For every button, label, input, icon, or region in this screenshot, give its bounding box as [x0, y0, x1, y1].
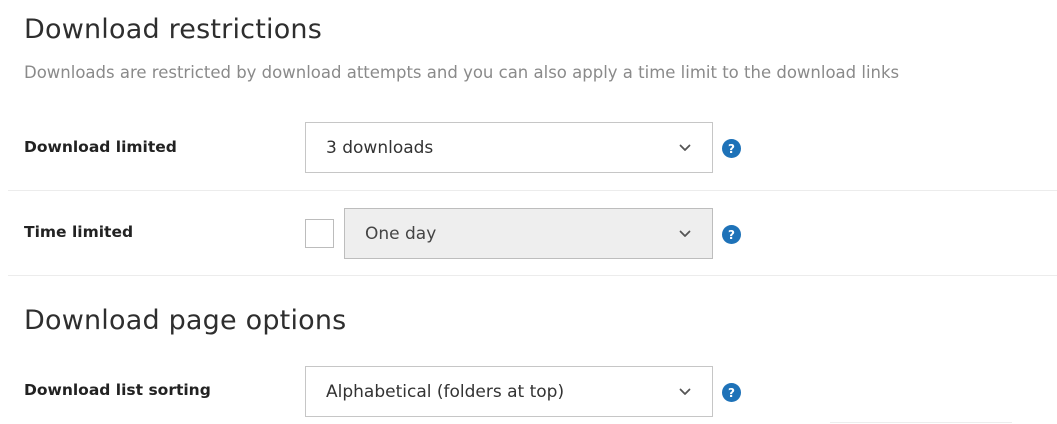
time-limited-checkbox[interactable]: [305, 219, 334, 248]
chevron-down-icon: [679, 230, 691, 237]
download-list-sorting-help-icon[interactable]: ?: [722, 383, 741, 402]
partial-divider: [830, 422, 1012, 423]
download-limited-select-value: 3 downloads: [326, 137, 434, 158]
section-title-download-restrictions: Download restrictions: [24, 14, 322, 45]
row-divider: [8, 275, 1057, 276]
section-title-download-page-options: Download page options: [24, 305, 347, 336]
time-limited-label: Time limited: [24, 223, 134, 241]
time-limited-select[interactable]: One day: [344, 208, 713, 259]
download-list-sorting-select[interactable]: Alphabetical (folders at top): [305, 366, 713, 417]
time-limited-select-value: One day: [365, 223, 437, 244]
chevron-down-icon: [679, 144, 691, 151]
download-list-sorting-label: Download list sorting: [24, 381, 211, 399]
row-divider: [8, 190, 1057, 191]
download-list-sorting-select-value: Alphabetical (folders at top): [326, 381, 565, 402]
section-description: Downloads are restricted by download att…: [24, 63, 900, 82]
download-limited-label: Download limited: [24, 138, 177, 156]
download-limited-help-icon[interactable]: ?: [722, 139, 741, 158]
chevron-down-icon: [679, 388, 691, 395]
time-limited-help-icon[interactable]: ?: [722, 225, 741, 244]
download-limited-select[interactable]: 3 downloads: [305, 122, 713, 173]
